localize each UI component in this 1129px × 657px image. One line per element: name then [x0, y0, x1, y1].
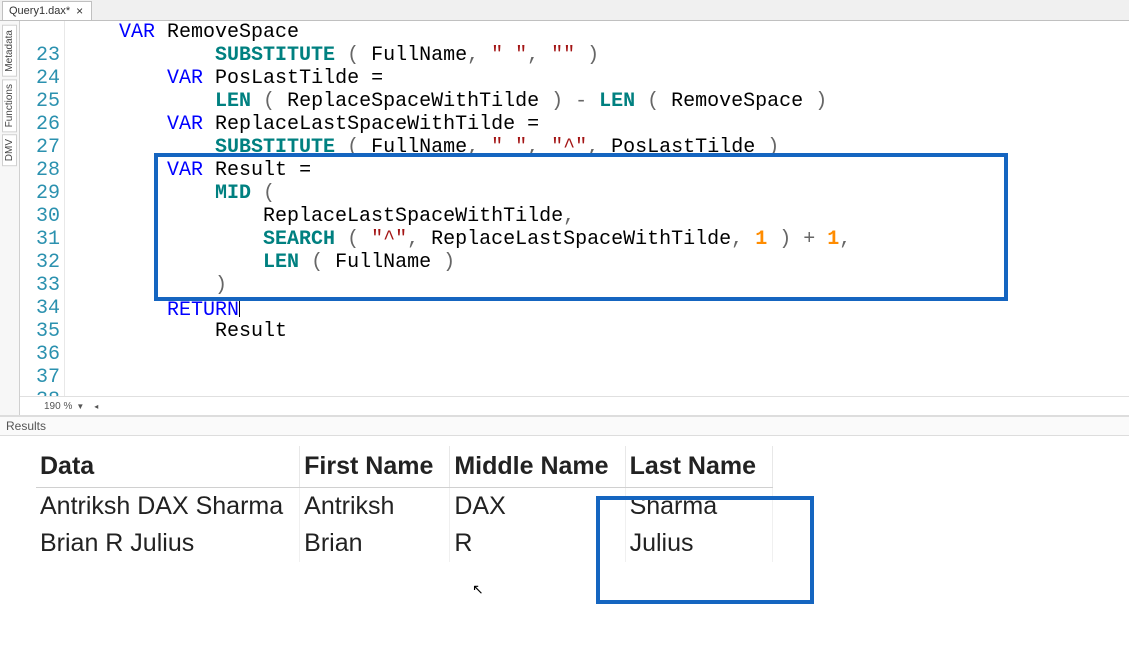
code-line[interactable]: SUBSTITUTE ( FullName, " ", "^", PosLast… — [71, 136, 851, 159]
col-last-name[interactable]: Last Name — [625, 446, 772, 488]
code-line[interactable]: LEN ( FullName ) — [71, 251, 851, 274]
code-line[interactable]: ) — [71, 274, 851, 297]
file-tab-query1[interactable]: Query1.dax* × — [2, 1, 92, 20]
tab-strip: Query1.dax* × — [0, 0, 1129, 21]
mouse-cursor-icon: ↖ — [472, 581, 484, 598]
code-line[interactable]: Result — [71, 320, 851, 343]
cell: Brian R Julius — [36, 525, 300, 562]
col-middle-name[interactable]: Middle Name — [450, 446, 625, 488]
code-line[interactable]: ReplaceLastSpaceWithTilde, — [71, 205, 851, 228]
col-data[interactable]: Data — [36, 446, 300, 488]
cell: Sharma — [625, 488, 772, 526]
line-number: 31 — [20, 228, 60, 251]
code-line[interactable]: MID ( — [71, 182, 851, 205]
cell: Antriksh — [300, 488, 450, 526]
side-tab-functions[interactable]: Functions — [2, 79, 17, 132]
line-number: 25 — [20, 90, 60, 113]
line-number: 29 — [20, 182, 60, 205]
cell: R — [450, 525, 625, 562]
code-line[interactable]: RETURN — [71, 297, 851, 320]
code-line[interactable]: VAR PosLastTilde = — [71, 67, 851, 90]
side-tab-dmv[interactable]: DMV — [2, 134, 17, 166]
chevron-left-icon[interactable]: ◂ — [94, 402, 98, 411]
text-cursor — [239, 297, 240, 317]
line-number-gutter: 23242526272829303132333435363738 — [20, 21, 65, 396]
code-body[interactable]: VAR RemoveSpace SUBSTITUTE ( FullName, "… — [65, 21, 851, 396]
cell: Antriksh DAX Sharma — [36, 488, 300, 526]
line-number: 37 — [20, 366, 60, 389]
results-panel: Data First Name Middle Name Last Name An… — [0, 436, 1129, 656]
results-panel-header[interactable]: Results — [0, 416, 1129, 436]
editor-area: Metadata Functions DMV 23242526272829303… — [0, 21, 1129, 416]
code-line[interactable] — [71, 389, 851, 396]
code-line[interactable]: VAR ReplaceLastSpaceWithTilde = — [71, 113, 851, 136]
line-number: 26 — [20, 113, 60, 136]
line-number: 33 — [20, 274, 60, 297]
line-number: 36 — [20, 343, 60, 366]
editor-block: 23242526272829303132333435363738 VAR Rem… — [20, 21, 1129, 415]
cell: Brian — [300, 525, 450, 562]
line-number: 34 — [20, 297, 60, 320]
code-line[interactable] — [71, 343, 851, 366]
zoom-level[interactable]: 190 % — [44, 401, 72, 412]
table-row[interactable]: Antriksh DAX Sharma Antriksh DAX Sharma — [36, 488, 773, 526]
table-row[interactable]: Brian R Julius Brian R Julius — [36, 525, 773, 562]
results-header-row: Data First Name Middle Name Last Name — [36, 446, 773, 488]
col-first-name[interactable]: First Name — [300, 446, 450, 488]
code-editor[interactable]: 23242526272829303132333435363738 VAR Rem… — [20, 21, 1129, 396]
file-tab-title: Query1.dax* — [9, 5, 70, 17]
cell: Julius — [625, 525, 772, 562]
code-line[interactable] — [71, 366, 851, 389]
code-line[interactable]: VAR RemoveSpace — [71, 21, 851, 44]
results-label-text: Results — [6, 419, 46, 433]
code-line[interactable]: LEN ( ReplaceSpaceWithTilde ) - LEN ( Re… — [71, 90, 851, 113]
line-number: 30 — [20, 205, 60, 228]
close-icon[interactable]: × — [74, 4, 85, 18]
code-line[interactable]: SUBSTITUTE ( FullName, " ", "" ) — [71, 44, 851, 67]
zoom-bar: 190 % ▼ ◂ — [20, 396, 1129, 415]
line-number: 28 — [20, 159, 60, 182]
line-number: 27 — [20, 136, 60, 159]
side-tab-strip: Metadata Functions DMV — [0, 21, 20, 415]
code-line[interactable]: SEARCH ( "^", ReplaceLastSpaceWithTilde,… — [71, 228, 851, 251]
line-number: 35 — [20, 320, 60, 343]
line-number — [20, 21, 60, 44]
cell: DAX — [450, 488, 625, 526]
line-number: 24 — [20, 67, 60, 90]
line-number: 32 — [20, 251, 60, 274]
line-number: 23 — [20, 44, 60, 67]
code-line[interactable]: VAR Result = — [71, 159, 851, 182]
side-tab-metadata[interactable]: Metadata — [2, 25, 17, 77]
chevron-down-icon[interactable]: ▼ — [76, 402, 84, 411]
results-table: Data First Name Middle Name Last Name An… — [36, 446, 773, 562]
line-number: 38 — [20, 389, 60, 396]
